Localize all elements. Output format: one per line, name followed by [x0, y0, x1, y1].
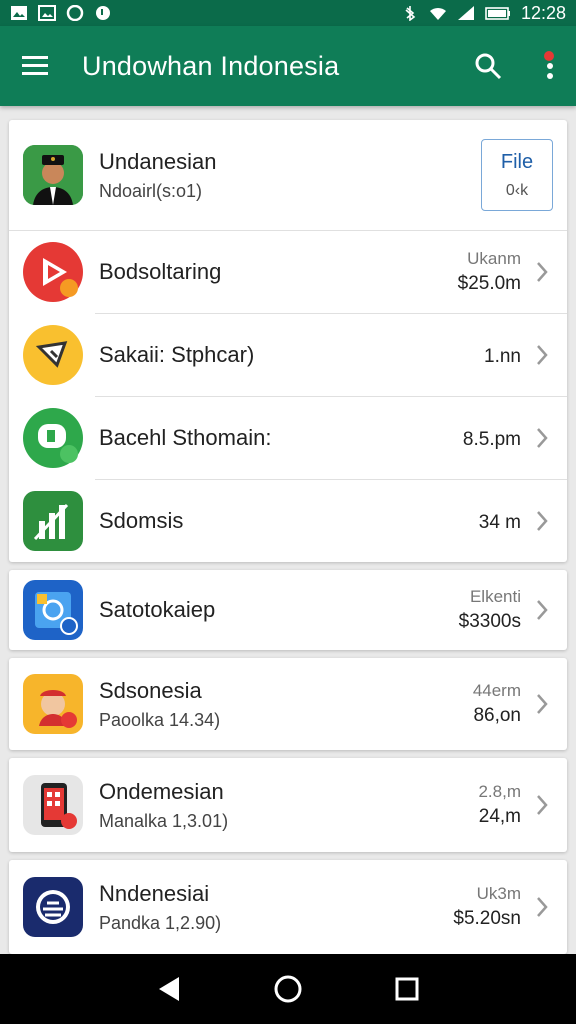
person-icon	[23, 145, 83, 205]
item-meta-bottom: 8.5.pm	[462, 429, 521, 450]
home-icon[interactable]	[274, 975, 302, 1003]
list-item[interactable]: Satotokaiep Elkenti $3300s	[9, 570, 567, 650]
card: Nndenesiai Pandka 1,2.90) Uk3m $5.20sn	[9, 860, 567, 954]
clock: 12:28	[520, 2, 566, 23]
avatar-icon	[23, 674, 83, 734]
main-card: Undanesian Ndoairl(s:o1) File 0‹k Bodsol…	[9, 120, 567, 562]
chevron-right-icon	[537, 511, 548, 531]
profile-row[interactable]: Undanesian Ndoairl(s:o1) File 0‹k	[9, 120, 567, 230]
list-item[interactable]: Sdsonesia Paoolka 14.34) 44erm 86,on	[9, 658, 567, 750]
photo-icon	[23, 580, 83, 640]
item-subtitle: Pandka 1,2.90)	[99, 912, 222, 933]
item-title: Ondemesian	[99, 778, 224, 804]
bluetooth-icon	[405, 6, 416, 21]
card: Satotokaiep Elkenti $3300s	[9, 570, 567, 650]
profile-subtitle: Ndoairl(s:o1)	[99, 180, 203, 201]
signal-icon	[457, 6, 474, 20]
list-item[interactable]: Bodsoltaring Ukanm $25.0m	[9, 231, 567, 313]
item-title: Satotokaiep	[99, 597, 216, 622]
file-button[interactable]: File 0‹k	[481, 139, 553, 211]
item-meta-top: 44erm	[472, 681, 521, 700]
audio-icon	[23, 325, 83, 385]
music-notification-icon	[96, 6, 110, 20]
item-meta-bottom: 86,on	[473, 705, 521, 726]
circle-notification-icon	[66, 5, 84, 21]
item-meta-bottom: $5.20sn	[453, 908, 521, 929]
item-title: Sakaii: Stphcar)	[99, 342, 255, 367]
back-icon[interactable]	[157, 976, 181, 1002]
item-meta-top: 2.8,m	[478, 782, 521, 801]
chevron-right-icon	[537, 795, 548, 815]
chevron-right-icon	[537, 428, 548, 448]
item-title: Sdsonesia	[99, 677, 202, 703]
status-bar: 12:28	[0, 0, 576, 26]
item-title: Bacehl Sthomain:	[99, 425, 272, 450]
play-icon	[23, 242, 83, 302]
item-title: Sdomsis	[99, 508, 184, 533]
chart-icon	[23, 491, 83, 551]
card: Ondemesian Manalka 1,3.01) 2.8,m 24,m	[9, 758, 567, 852]
chevron-right-icon	[537, 897, 548, 917]
item-subtitle: Manalka 1,3.01)	[99, 810, 229, 831]
item-meta-top: Elkenti	[469, 587, 521, 606]
battery-icon	[485, 7, 510, 20]
list-item[interactable]: Nndenesiai Pandka 1,2.90) Uk3m $5.20sn	[9, 860, 567, 954]
content-list: Undanesian Ndoairl(s:o1) File 0‹k Bodsol…	[9, 120, 567, 954]
phone-icon	[23, 775, 83, 835]
profile-avatar	[23, 145, 83, 205]
system-nav-bar	[0, 954, 576, 1024]
chevron-right-icon	[537, 600, 548, 620]
search-icon[interactable]	[474, 52, 502, 80]
notification-badge	[544, 51, 554, 61]
list-item[interactable]: Sakaii: Stphcar) 1.nn	[9, 314, 567, 396]
item-title: Nndenesiai	[99, 880, 210, 906]
item-meta-bottom: 1.nn	[484, 346, 521, 367]
menu-icon[interactable]	[22, 55, 48, 77]
app-title: Undowhan Indonesia	[82, 50, 340, 81]
item-subtitle: Paoolka 14.34)	[99, 709, 221, 730]
item-meta-bottom: $3300s	[458, 611, 521, 632]
card: Sdsonesia Paoolka 14.34) 44erm 86,on	[9, 658, 567, 750]
chevron-right-icon	[537, 694, 548, 714]
item-meta-bottom: 24,m	[478, 806, 521, 827]
image-notification-icon	[11, 6, 27, 20]
item-meta-top: Uk3m	[476, 884, 521, 903]
gallery-notification-icon	[38, 5, 56, 21]
file-button-label: File	[500, 150, 534, 173]
app-bar: Undowhan Indonesia	[0, 26, 576, 106]
item-meta-bottom: $25.0m	[457, 273, 521, 294]
file-button-sub: 0‹k	[505, 181, 529, 199]
item-title: Bodsoltaring	[99, 259, 222, 284]
list-item[interactable]: Sdomsis 34 m	[9, 480, 567, 562]
wifi-icon	[429, 7, 446, 20]
item-meta-bottom: 34 m	[478, 512, 521, 533]
list-item[interactable]: Ondemesian Manalka 1,3.01) 2.8,m 24,m	[9, 758, 567, 852]
chat-icon	[23, 408, 83, 468]
emblem-icon	[23, 877, 83, 937]
chevron-right-icon	[537, 345, 548, 365]
profile-title: Undanesian	[99, 148, 217, 174]
list-item[interactable]: Bacehl Sthomain: 8.5.pm	[9, 397, 567, 479]
recents-icon[interactable]	[395, 977, 419, 1001]
chevron-right-icon	[537, 262, 548, 282]
item-meta-top: Ukanm	[467, 249, 521, 268]
